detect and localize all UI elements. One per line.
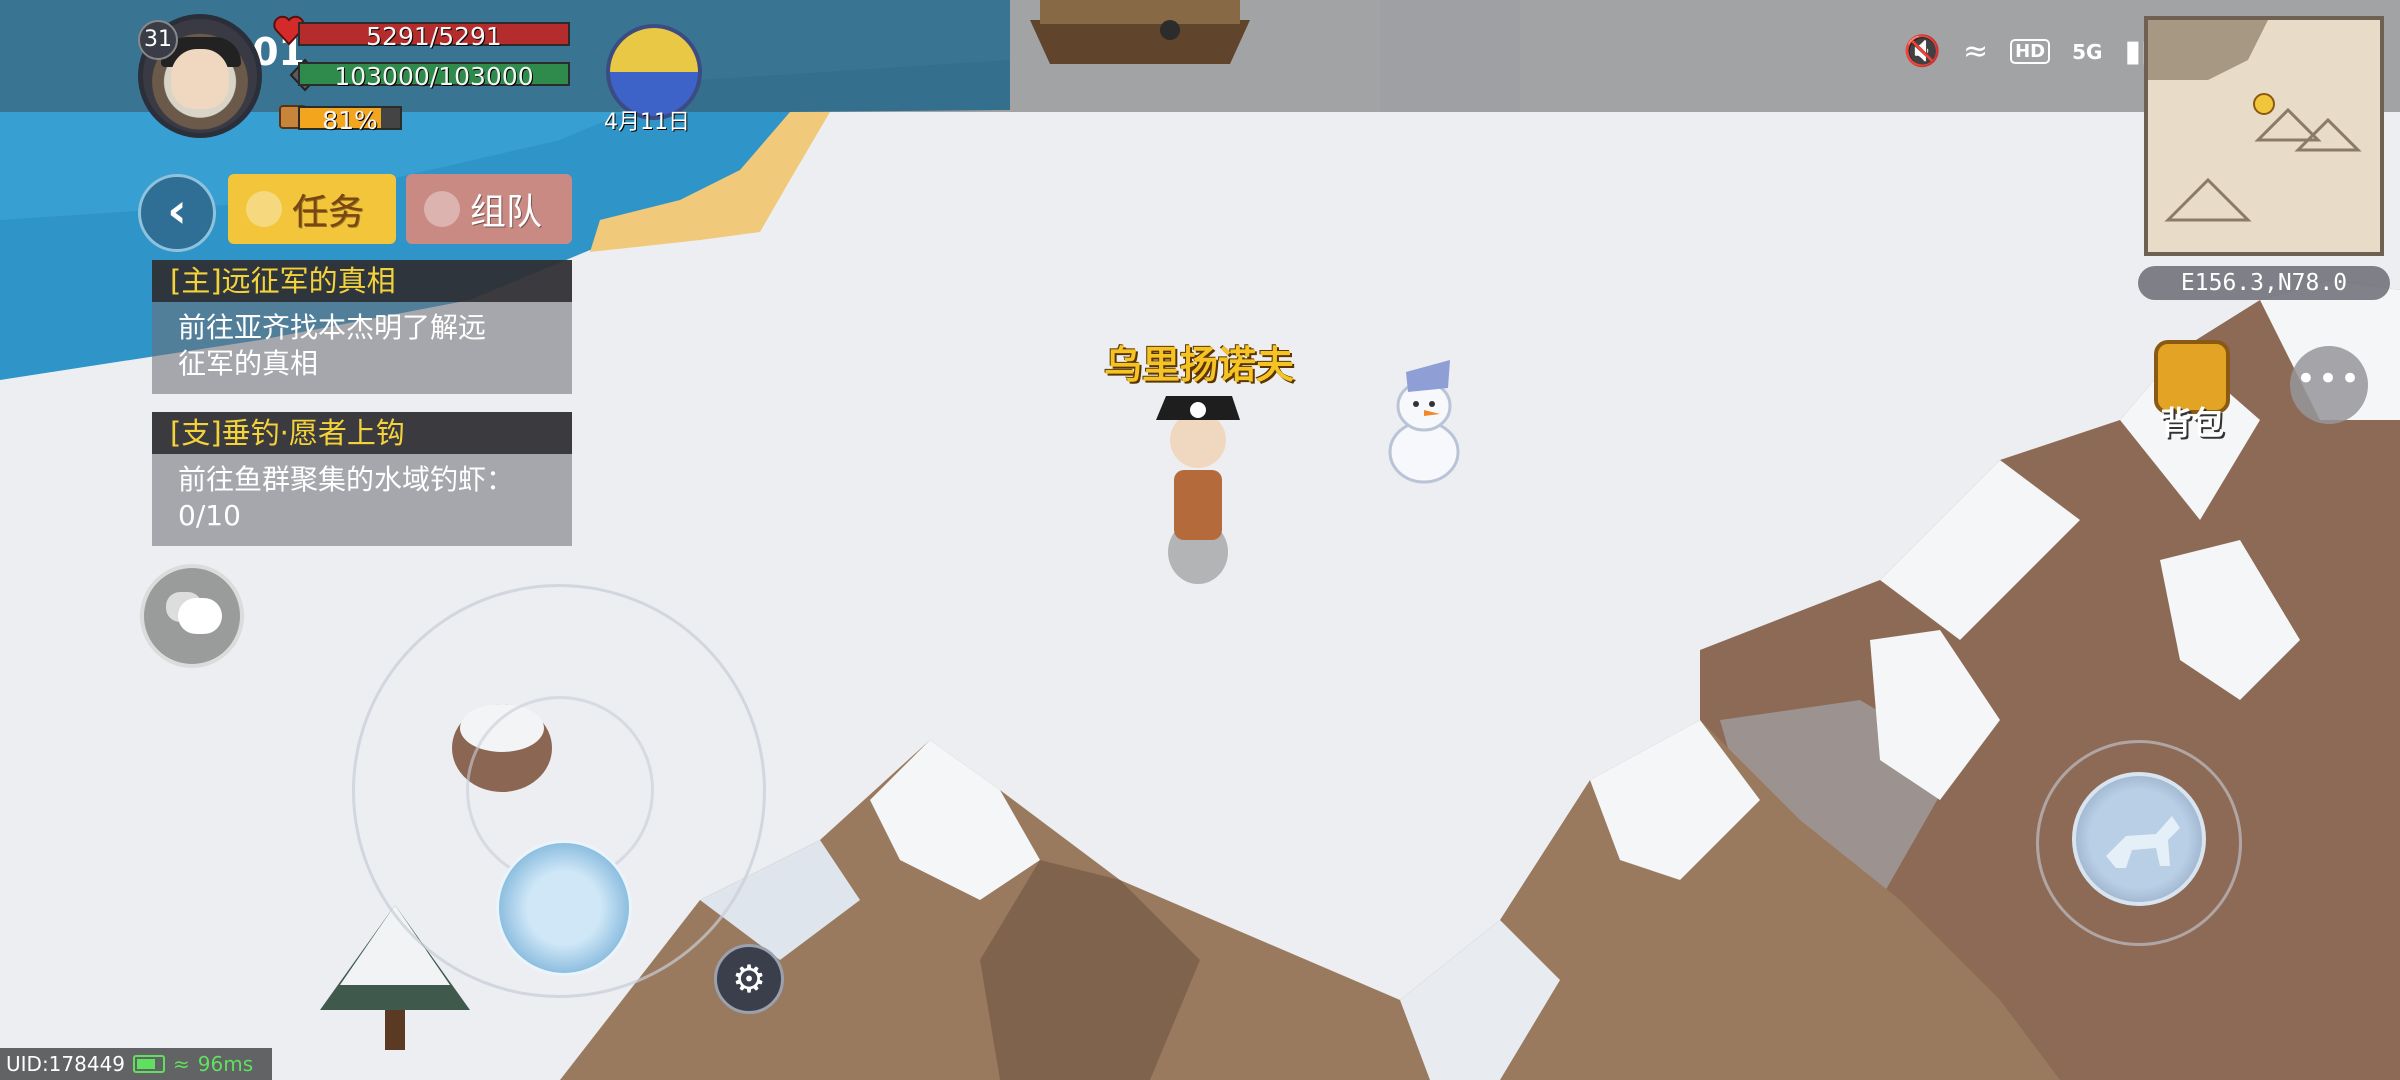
calendar-date: 4月11日 xyxy=(604,110,690,135)
exp-bar: 81% xyxy=(298,106,402,135)
quest-entry-side[interactable]: [支]垂钓·愿者上钩 前往鱼群聚集的水域钓虾：0/10 xyxy=(152,412,572,546)
joystick-knob[interactable] xyxy=(496,840,632,976)
quest-title: [支]垂钓·愿者上钩 xyxy=(152,412,572,454)
quest-title: [主]远征军的真相 xyxy=(152,260,572,302)
system-status-bar: 21:01 🔇 ≈ HD 5G ▮▮▮ xyxy=(0,0,2400,112)
energy-text: 103000/103000 xyxy=(334,62,534,91)
quest-icon xyxy=(246,191,282,227)
more-icon: ••• xyxy=(2295,359,2363,399)
back-arrow-icon: ‹ xyxy=(167,183,187,239)
energy-bar: 103000/103000 xyxy=(298,62,570,91)
team-icon xyxy=(424,191,460,227)
tab-quest[interactable]: 任务 xyxy=(228,174,396,244)
hd-icon: HD xyxy=(2010,39,2051,64)
mount-button[interactable] xyxy=(2072,772,2206,906)
exp-text: 81% xyxy=(322,106,378,135)
bag-button[interactable]: 背包 xyxy=(2140,334,2244,442)
skill-button[interactable]: ⚙ xyxy=(714,944,784,1014)
uid-bar: UID:178449 ≈ 96ms xyxy=(0,1048,272,1080)
uid-text: UID:178449 xyxy=(6,1052,126,1076)
chat-button[interactable] xyxy=(140,564,244,668)
hp-bar: 5291/5291 xyxy=(298,22,570,51)
player-level: 31 xyxy=(138,20,178,60)
map-coordinates: E156.3,N78.0 xyxy=(2138,266,2390,300)
collapse-panel-button[interactable]: ‹ xyxy=(138,174,216,252)
battery-icon xyxy=(133,1055,166,1073)
quest-description: 前往亚齐找本杰明了解远征军的真相 xyxy=(178,311,487,380)
network-label: 5G xyxy=(2072,39,2103,64)
ping-text: 96ms xyxy=(197,1052,254,1076)
mount-horse-icon xyxy=(2106,816,2180,868)
more-button[interactable]: ••• xyxy=(2290,346,2368,424)
skill-icon: ⚙ xyxy=(731,957,767,1001)
quest-entry-main[interactable]: [主]远征军的真相 前往亚齐找本杰明了解远征军的真相 xyxy=(152,260,572,394)
tab-quest-label: 任务 xyxy=(292,192,365,233)
wifi-icon: ≈ xyxy=(173,1052,190,1076)
quest-description: 前往鱼群聚集的水域钓虾：0/10 xyxy=(178,463,515,532)
minimap-terrain xyxy=(2148,20,2362,222)
wifi-icon: ≈ xyxy=(1962,34,1989,69)
hp-text: 5291/5291 xyxy=(366,22,502,51)
mute-icon: 🔇 xyxy=(1903,34,1941,69)
bag-label: 背包 xyxy=(2159,404,2224,442)
tab-team-label: 组队 xyxy=(470,192,543,233)
npc-name-label[interactable]: 乌里扬诺夫 xyxy=(1104,334,1294,389)
tab-team[interactable]: 组队 xyxy=(406,174,572,244)
minimap[interactable] xyxy=(2144,16,2384,256)
